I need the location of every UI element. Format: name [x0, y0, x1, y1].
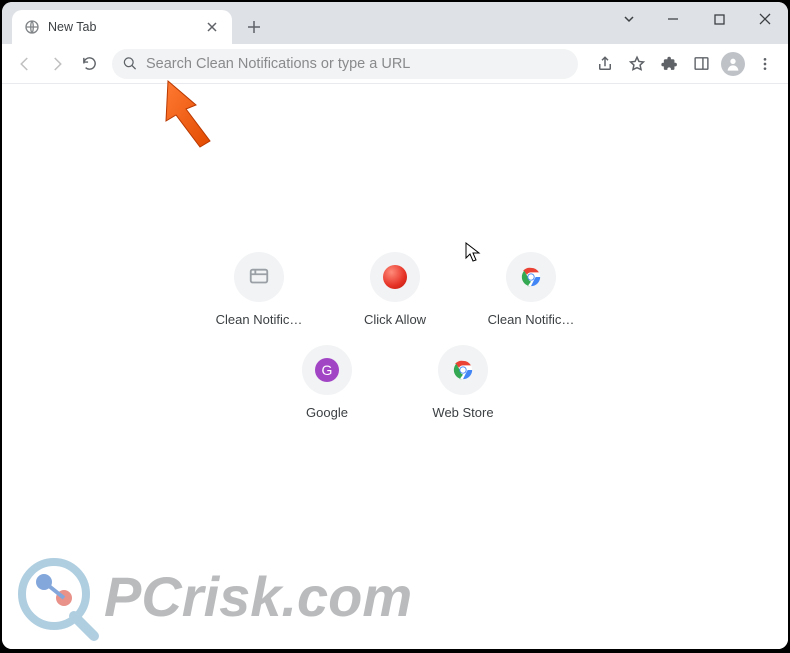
svg-text:PCrisk.com: PCrisk.com — [104, 565, 412, 628]
nav-back-button[interactable] — [10, 49, 40, 79]
tab-search-button[interactable] — [614, 4, 644, 34]
shortcut-label: Google — [271, 405, 383, 420]
shortcut-clean-notifications-2[interactable]: Clean Notific… — [475, 252, 587, 327]
chrome-icon — [520, 266, 542, 288]
red-dot-icon — [383, 265, 407, 289]
side-panel-button[interactable] — [686, 49, 716, 79]
shortcut-click-allow[interactable]: Click Allow — [339, 252, 451, 327]
search-icon — [122, 56, 138, 71]
chevron-down-icon — [623, 13, 635, 25]
maximize-icon — [714, 14, 725, 25]
share-icon — [596, 55, 614, 73]
shortcut-icon — [438, 345, 488, 395]
window-close-button[interactable] — [742, 4, 788, 34]
kebab-icon — [757, 56, 773, 72]
puzzle-icon — [661, 55, 678, 72]
shortcut-clean-notifications-1[interactable]: Clean Notific… — [203, 252, 315, 327]
shortcut-icon — [370, 252, 420, 302]
new-tab-button[interactable] — [240, 13, 268, 41]
panel-icon — [693, 55, 710, 72]
address-bar-placeholder: Search Clean Notifications or type a URL — [146, 56, 568, 72]
chrome-icon — [452, 359, 474, 381]
reload-button[interactable] — [74, 49, 104, 79]
shortcut-label: Web Store — [407, 405, 519, 420]
shortcut-icon — [506, 252, 556, 302]
profile-button[interactable] — [718, 49, 748, 79]
close-icon — [759, 13, 771, 25]
tab-title: New Tab — [48, 20, 196, 34]
shortcut-web-store[interactable]: Web Store — [407, 345, 519, 420]
nav-forward-button[interactable] — [42, 49, 72, 79]
shortcut-icon — [234, 252, 284, 302]
arrow-left-icon — [16, 55, 34, 73]
toolbar: Search Clean Notifications or type a URL — [2, 44, 788, 84]
plus-icon — [247, 20, 261, 34]
globe-icon — [24, 19, 40, 35]
bookmark-button[interactable] — [622, 49, 652, 79]
address-bar[interactable]: Search Clean Notifications or type a URL — [112, 49, 578, 79]
avatar-icon — [721, 52, 745, 76]
google-g-icon: G — [315, 358, 339, 382]
tool-icon — [248, 266, 270, 288]
arrow-right-icon — [48, 55, 66, 73]
shortcut-grid: Clean Notific… Click Allow Clean Notific… — [175, 252, 615, 420]
watermark: PCrisk.com — [14, 546, 434, 641]
menu-button[interactable] — [750, 49, 780, 79]
browser-tab[interactable]: New Tab — [12, 10, 232, 44]
titlebar: New Tab — [2, 2, 788, 44]
shortcut-icon: G — [302, 345, 352, 395]
close-icon — [204, 22, 220, 32]
shortcut-google[interactable]: G Google — [271, 345, 383, 420]
tab-close-button[interactable] — [204, 19, 220, 35]
window-controls — [614, 2, 788, 36]
share-button[interactable] — [590, 49, 620, 79]
window-maximize-button[interactable] — [696, 4, 742, 34]
shortcut-label: Clean Notific… — [475, 312, 587, 327]
minimize-icon — [667, 13, 679, 25]
star-icon — [628, 55, 646, 73]
browser-window: New Tab — [2, 2, 788, 649]
new-tab-page: Clean Notific… Click Allow Clean Notific… — [2, 84, 788, 649]
extensions-button[interactable] — [654, 49, 684, 79]
shortcut-label: Click Allow — [339, 312, 451, 327]
reload-icon — [81, 55, 98, 72]
window-minimize-button[interactable] — [650, 4, 696, 34]
shortcut-label: Clean Notific… — [203, 312, 315, 327]
toolbar-right — [590, 49, 780, 79]
